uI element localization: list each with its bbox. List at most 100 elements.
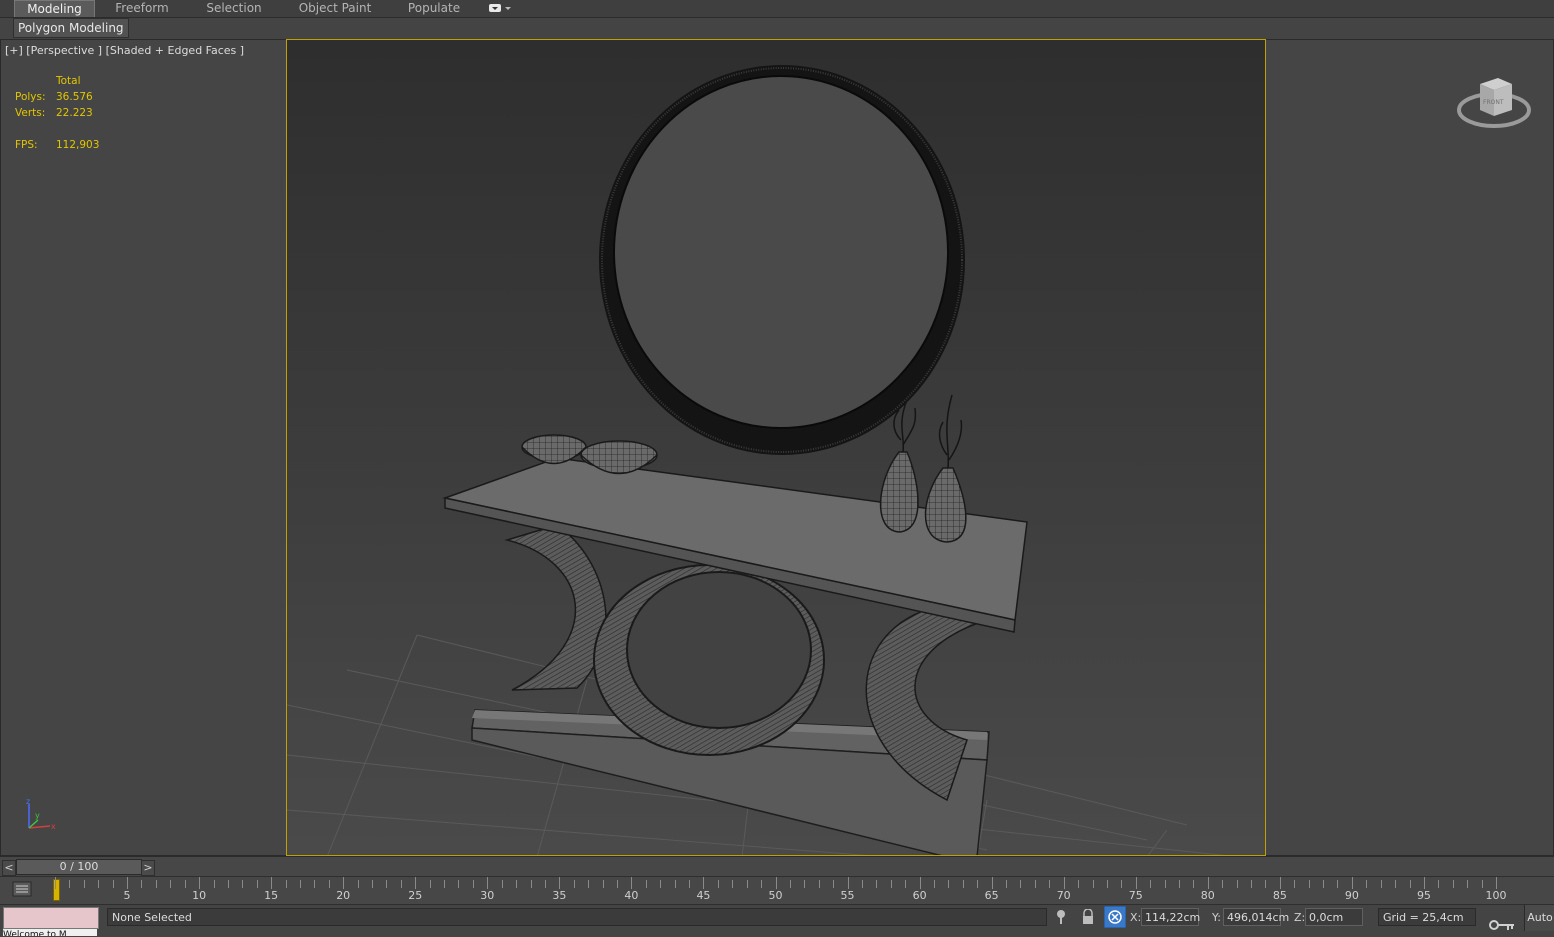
tab-populate[interactable]: Populate (398, 0, 470, 17)
track-tick (905, 880, 907, 888)
auto-key-button[interactable]: Auto (1524, 905, 1554, 931)
absolute-mode-icon[interactable] (1104, 906, 1126, 928)
track-tick (703, 877, 705, 889)
track-tick (242, 880, 244, 888)
curve-editor-icon[interactable] (12, 880, 32, 898)
track-tick (732, 880, 734, 888)
fps-label: FPS: (15, 139, 38, 151)
track-tick (1294, 880, 1296, 888)
track-tick (1063, 877, 1065, 889)
maxscript-mini-listener[interactable]: Welcome to M (3, 929, 97, 936)
track-tick (170, 880, 172, 888)
track-tick (1467, 880, 1469, 888)
track-tick (1092, 880, 1094, 888)
track-tick-label: 30 (480, 889, 495, 902)
tab-freeform[interactable]: Freeform (104, 0, 180, 17)
track-tick (415, 877, 417, 889)
track-tick (761, 880, 763, 888)
track-tick-label: 80 (1200, 889, 1215, 902)
track-tick (934, 880, 935, 888)
track-tick (717, 880, 719, 888)
track-tick (357, 880, 359, 888)
viewport-label[interactable]: [+] [Perspective ] [Shaded + Edged Faces… (5, 44, 244, 57)
track-tick (55, 877, 56, 889)
isolate-selection-icon[interactable] (1054, 909, 1068, 925)
track-tick (573, 880, 575, 888)
track-tick (184, 880, 186, 888)
set-key-icon[interactable] (1488, 918, 1516, 932)
track-tick (1150, 880, 1152, 888)
track-tick (472, 880, 474, 888)
track-tick (689, 880, 691, 888)
tab-modeling[interactable]: Modeling (14, 0, 95, 17)
axis-tripod-icon: z y x (26, 797, 56, 831)
viewport-left[interactable] (0, 39, 287, 856)
track-tick (429, 880, 431, 888)
track-tick (141, 880, 143, 888)
track-tick (1034, 880, 1036, 888)
time-slider[interactable]: 0 / 100 (16, 859, 142, 875)
x-coord-field[interactable]: 114,22cm (1141, 908, 1200, 926)
track-tick (1006, 880, 1008, 888)
track-tick (919, 877, 921, 889)
y-coord-field[interactable]: 496,014cm (1223, 908, 1289, 926)
polys-label: Polys: (15, 91, 46, 103)
lock-selection-icon[interactable] (1081, 909, 1095, 925)
next-frame-button[interactable]: > (141, 860, 155, 876)
track-tick-label: 35 (552, 889, 567, 902)
track-tick (876, 880, 878, 888)
maxscript-listener-swatch[interactable] (3, 907, 99, 929)
track-tick (890, 880, 892, 888)
track-tick-label: 90 (1344, 889, 1359, 902)
track-tick (444, 880, 446, 888)
svg-text:z: z (26, 797, 30, 806)
prev-frame-button[interactable]: < (2, 860, 16, 876)
ribbon-options-dropdown[interactable] (488, 2, 512, 14)
track-tick (1496, 877, 1497, 889)
tab-selection[interactable]: Selection (196, 0, 272, 17)
track-tick (1323, 880, 1325, 888)
track-tick-label: 70 (1056, 889, 1071, 902)
track-tick (631, 877, 633, 889)
track-tick (1395, 880, 1397, 888)
track-tick (199, 877, 201, 889)
track-tick (1207, 877, 1209, 889)
tab-object-paint[interactable]: Object Paint (290, 0, 380, 17)
verts-label: Verts: (15, 107, 46, 119)
track-tick (948, 880, 950, 888)
track-tick (847, 877, 849, 889)
track-tick (818, 880, 820, 888)
track-tick-label: 40 (624, 889, 639, 902)
fps-value: 112,903 (56, 139, 100, 151)
polygon-modeling-tab[interactable]: Polygon Modeling (13, 18, 129, 38)
track-tick-label: 55 (840, 889, 855, 902)
track-tick (501, 880, 503, 888)
viewcube-icon[interactable]: FRONT (1456, 70, 1536, 134)
track-tick (328, 880, 330, 888)
track-tick (299, 880, 301, 888)
viewport-right[interactable] (1265, 39, 1554, 856)
track-tick (1409, 880, 1411, 888)
track-tick (1380, 880, 1382, 888)
track-tick (1308, 880, 1310, 888)
ribbon-panel-bar (0, 18, 1554, 38)
track-tick (227, 880, 229, 888)
track-tick (256, 880, 258, 888)
track-tick-label: 95 (1416, 889, 1431, 902)
track-tick (1121, 880, 1123, 888)
track-tick (1236, 880, 1238, 888)
track-tick (861, 880, 863, 888)
z-coord-field[interactable]: 0,0cm (1305, 908, 1363, 926)
track-tick (271, 877, 273, 889)
ribbon-tab-bar: Modeling Freeform Selection Object Paint… (0, 0, 1554, 18)
track-tick (400, 880, 402, 888)
track-tick-label: 85 (1272, 889, 1287, 902)
track-tick (314, 880, 316, 888)
track-tick (1351, 877, 1353, 889)
perspective-viewport[interactable] (286, 39, 1266, 856)
track-tick (1481, 880, 1483, 888)
track-tick (516, 880, 518, 888)
track-tick (1438, 880, 1440, 888)
svg-text:x: x (51, 822, 56, 831)
grid-spacing: Grid = 25,4cm (1378, 908, 1476, 926)
